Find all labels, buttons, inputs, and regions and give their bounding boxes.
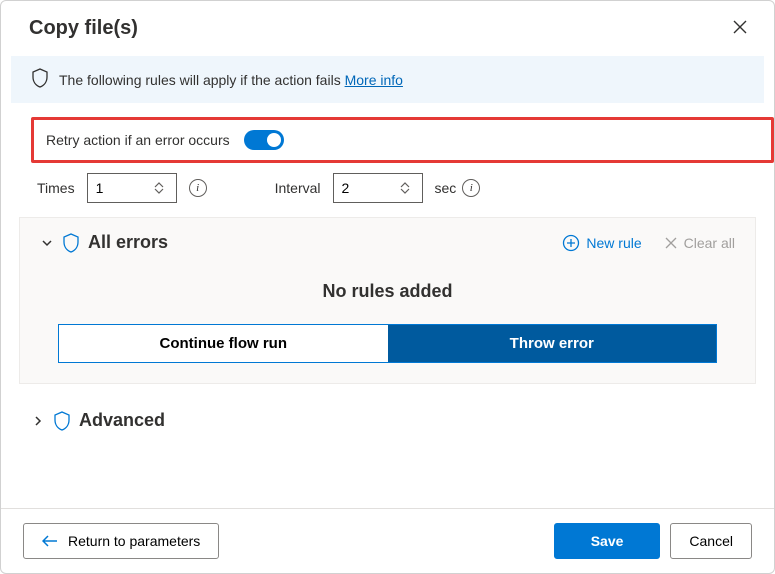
retry-label: Retry action if an error occurs [46,132,230,148]
errors-panel: All errors New rule Clear all No rules a… [19,217,756,384]
new-rule-label: New rule [586,235,641,251]
times-info-icon[interactable]: i [189,179,207,197]
shield-icon [53,411,71,431]
save-button[interactable]: Save [554,523,661,559]
clear-all-label: Clear all [684,235,735,251]
dialog-title: Copy file(s) [29,17,138,40]
dialog-header: Copy file(s) [1,1,774,52]
interval-spinner-arrows[interactable] [394,174,416,202]
shield-icon [31,68,49,91]
times-label: Times [37,180,75,196]
errors-header: All errors New rule Clear all [40,232,735,253]
chevron-down-icon [154,188,164,194]
info-banner-msg: The following rules will apply if the ac… [59,72,345,88]
close-icon [732,19,748,35]
interval-stepper[interactable] [333,173,423,203]
continue-flow-button[interactable]: Continue flow run [59,325,388,362]
advanced-label: Advanced [79,410,165,431]
new-rule-button[interactable]: New rule [562,234,641,252]
plus-circle-icon [562,234,580,252]
retry-row: Retry action if an error occurs [31,117,774,163]
shield-icon [62,233,80,253]
chevron-down-icon [40,236,54,250]
interval-unit: sec [435,180,457,196]
times-spinner-arrows[interactable] [148,174,170,202]
errors-header-right: New rule Clear all [562,234,735,252]
dialog-footer: Return to parameters Save Cancel [1,508,774,573]
retry-params: Times i Interval sec i [1,173,774,217]
interval-info-icon[interactable]: i [462,179,480,197]
info-banner-text: The following rules will apply if the ac… [59,72,403,88]
dialog: Copy file(s) The following rules will ap… [0,0,775,574]
all-errors-label: All errors [88,232,168,253]
times-input[interactable] [88,174,148,202]
return-label: Return to parameters [68,533,200,549]
interval-label: Interval [275,180,321,196]
close-button[interactable] [728,15,752,42]
cancel-button[interactable]: Cancel [670,523,752,559]
interval-input[interactable] [334,174,394,202]
errors-header-left[interactable]: All errors [40,232,168,253]
advanced-section-toggle[interactable]: Advanced [1,384,774,431]
more-info-link[interactable]: More info [345,72,403,88]
chevron-right-icon [31,414,45,428]
return-to-parameters-button[interactable]: Return to parameters [23,523,219,559]
close-icon [664,236,678,250]
throw-error-button[interactable]: Throw error [388,325,717,362]
info-banner: The following rules will apply if the ac… [11,56,764,103]
toggle-knob [267,133,281,147]
chevron-down-icon [400,188,410,194]
times-stepper[interactable] [87,173,177,203]
clear-all-button: Clear all [664,235,735,251]
arrow-left-icon [42,535,58,547]
no-rules-message: No rules added [40,281,735,302]
retry-toggle[interactable] [244,130,284,150]
error-mode-segmented: Continue flow run Throw error [58,324,717,363]
